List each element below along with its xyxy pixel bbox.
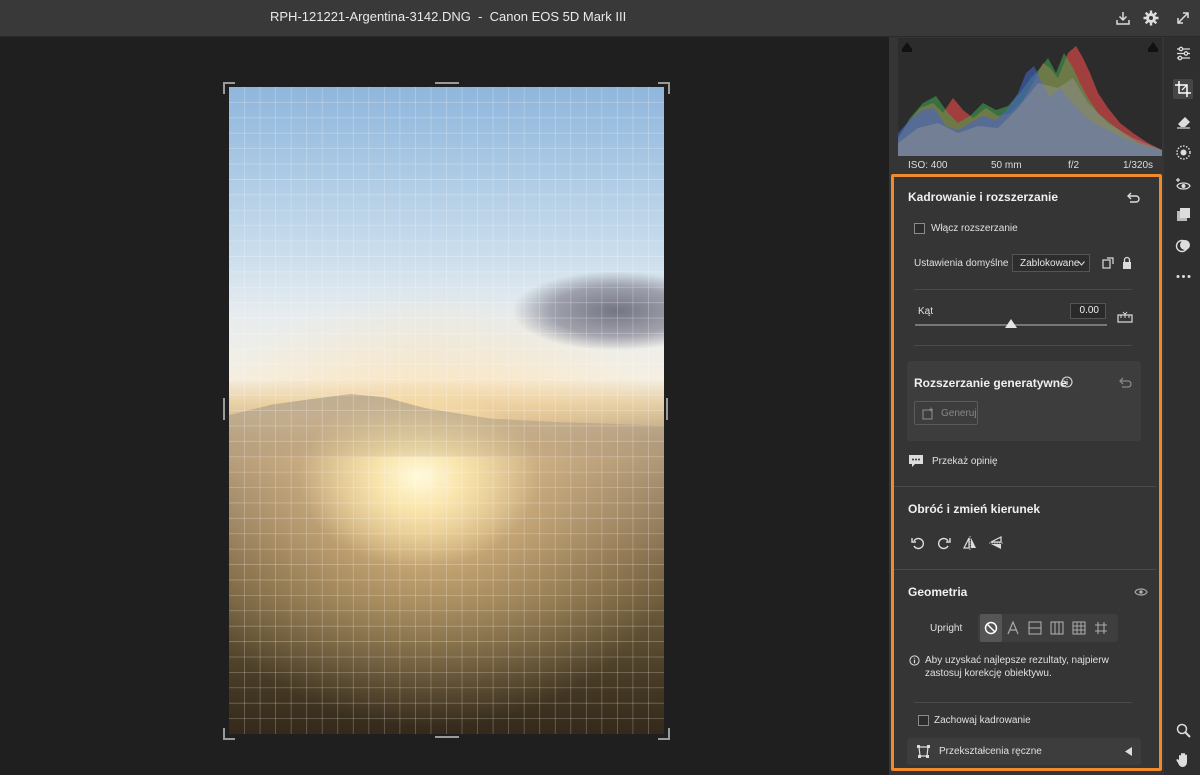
aperture-value: f/2: [1068, 160, 1080, 171]
divider: [914, 289, 1132, 290]
aspect-ratio-value: Zablokowane: [1020, 258, 1080, 269]
rotate-section-title: Obróć i zmień kierunek: [908, 502, 1041, 516]
reset-generative-icon[interactable]: [1118, 376, 1132, 388]
auto-a-icon: [1007, 621, 1019, 635]
save-icon[interactable]: [1114, 9, 1132, 27]
camera-info-row: ISO: 400 50 mm f/2 1/320s: [898, 156, 1162, 174]
full-grid-icon: [1072, 621, 1086, 635]
divider: [914, 702, 1132, 703]
crop-corner-top-left[interactable]: [223, 82, 235, 94]
crop-handle-top[interactable]: [435, 82, 459, 84]
fullscreen-icon[interactable]: [1174, 9, 1192, 27]
eraser-icon[interactable]: [1175, 113, 1192, 130]
crop-handle-right[interactable]: [666, 398, 668, 420]
settings-icon[interactable]: [1142, 9, 1160, 27]
zoom-icon[interactable]: [1175, 722, 1192, 739]
enable-expand-label: Włącz rozszerzanie: [931, 223, 1018, 234]
upright-button-group: [978, 614, 1118, 642]
expand-left-arrow-icon: [1125, 747, 1132, 756]
constrain-crop-label: Zachowaj kadrowanie: [934, 715, 1031, 726]
iso-value: ISO: 400: [908, 160, 948, 171]
snapshot-icon[interactable]: [1175, 237, 1192, 254]
upright-label: Upright: [930, 623, 963, 634]
hand-icon[interactable]: [1175, 751, 1192, 768]
angle-slider-thumb[interactable]: [1005, 319, 1017, 328]
geometry-hint-line-1: Aby uzyskać najlepsze rezultaty, najpier…: [925, 655, 1109, 666]
geometry-section-title: Geometria: [908, 585, 968, 599]
generative-title: Rozszerzanie generatywne: [914, 376, 1067, 390]
redeye-icon[interactable]: [1175, 176, 1192, 193]
upright-full-button[interactable]: [1068, 614, 1090, 642]
disabled-circle-icon: [984, 621, 998, 635]
crop-handle-bottom[interactable]: [435, 736, 459, 738]
guided-icon: [1095, 622, 1107, 634]
presets-icon[interactable]: [1175, 206, 1192, 223]
rotate-left-icon[interactable]: [910, 535, 926, 551]
info-icon: [909, 655, 920, 666]
manual-transform-row[interactable]: Przekształcenia ręczne: [907, 738, 1141, 765]
upright-auto-button[interactable]: [1002, 614, 1024, 642]
vertical-icon: [1050, 621, 1064, 635]
shutter-value: 1/320s: [1123, 160, 1154, 171]
transform-icon: [917, 745, 930, 758]
reset-crop-icon[interactable]: [1126, 190, 1140, 204]
divider: [914, 345, 1132, 346]
highlight-clipping-icon[interactable]: [1147, 41, 1159, 53]
shadow-clipping-icon[interactable]: [901, 41, 913, 53]
upright-level-button[interactable]: [1024, 614, 1046, 642]
info-icon[interactable]: [1061, 376, 1073, 388]
divider: [894, 486, 1156, 487]
masking-icon[interactable]: [1175, 144, 1192, 161]
title-bar: RPH-121221-Argentina-3142.DNG - Canon EO…: [0, 0, 1200, 37]
crop-corner-bottom-right[interactable]: [658, 728, 670, 740]
angle-label: Kąt: [918, 306, 934, 317]
upright-off-button[interactable]: [980, 614, 1002, 642]
crop-icon[interactable]: [1173, 79, 1193, 99]
crop-handle-left[interactable]: [223, 398, 225, 420]
generate-label: Generuj: [941, 408, 977, 419]
manual-transform-label: Przekształcenia ręczne: [939, 746, 1042, 757]
straighten-tool-icon[interactable]: [1117, 311, 1133, 323]
feedback-icon[interactable]: [908, 453, 924, 469]
focal-length-value: 50 mm: [991, 160, 1022, 171]
feedback-link[interactable]: Przekaż opinię: [932, 456, 998, 467]
crop-grid-overlay: [229, 87, 664, 734]
constrain-crop-checkbox[interactable]: [918, 715, 929, 726]
edit-sliders-icon[interactable]: [1175, 45, 1192, 62]
crop-corner-bottom-left[interactable]: [223, 728, 235, 740]
crop-section-title: Kadrowanie i rozszerzanie: [908, 190, 1059, 204]
aspect-ratio-select[interactable]: Zablokowane: [1012, 254, 1090, 272]
rotate-aspect-icon[interactable]: [1101, 256, 1115, 270]
angle-input[interactable]: 0.00: [1070, 303, 1106, 319]
rotate-right-icon[interactable]: [936, 535, 952, 551]
flip-vertical-icon[interactable]: [988, 535, 1004, 551]
upright-guided-button[interactable]: [1090, 614, 1112, 642]
flip-horizontal-icon[interactable]: [962, 535, 978, 551]
level-icon: [1028, 621, 1042, 635]
generate-icon: [922, 407, 933, 420]
crop-corner-top-right[interactable]: [658, 82, 670, 94]
visibility-eye-icon[interactable]: [1134, 586, 1148, 598]
more-icon[interactable]: [1175, 268, 1192, 285]
histogram: [898, 38, 1162, 156]
window-title: RPH-121221-Argentina-3142.DNG - Canon EO…: [270, 9, 627, 24]
preset-label: Ustawienia domyślne: [914, 258, 1009, 269]
photo-preview[interactable]: [229, 87, 664, 734]
generate-button[interactable]: Generuj: [914, 401, 978, 425]
lock-icon[interactable]: [1121, 256, 1133, 270]
chevron-down-icon: [1078, 261, 1085, 266]
geometry-hint-line-2: zastosuj korekcję obiektywu.: [925, 668, 1052, 679]
divider: [894, 569, 1156, 570]
enable-expand-checkbox[interactable]: [914, 223, 925, 234]
upright-vertical-button[interactable]: [1046, 614, 1068, 642]
